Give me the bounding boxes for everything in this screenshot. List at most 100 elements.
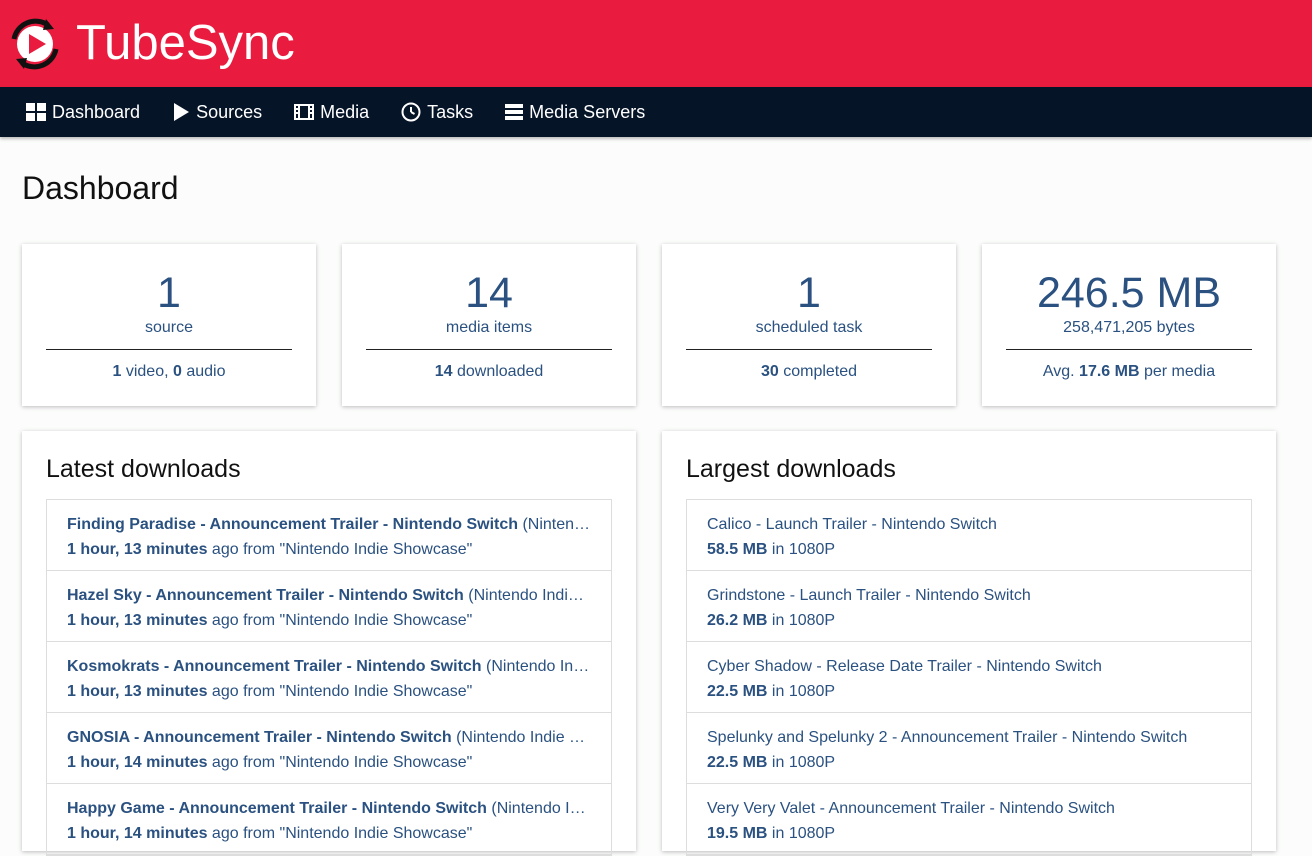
stat-footer: 1 video, 0 audio xyxy=(22,363,316,381)
download-from: ago from "Nintendo Indie Showcase" xyxy=(207,683,473,700)
media-title: Happy Game - Announcement Trailer - Nint… xyxy=(67,800,487,817)
media-title: Very Very Valet - Announcement Trailer -… xyxy=(707,800,1115,817)
stat-footer: 14 downloaded xyxy=(342,363,636,381)
film-icon xyxy=(294,104,315,120)
nav-dashboard[interactable]: Dashboard xyxy=(26,102,140,123)
list-item[interactable]: Calico - Launch Trailer - Nintendo Switc… xyxy=(687,500,1251,571)
media-title: GNOSIA - Announcement Trailer - Nintendo… xyxy=(67,729,452,746)
app-title[interactable]: TubeSync xyxy=(76,19,295,68)
media-title: Calico - Launch Trailer - Nintendo Switc… xyxy=(707,516,997,533)
list-item[interactable]: Spelunky and Spelunky 2 - Announcement T… xyxy=(687,713,1251,784)
list-item[interactable]: Finding Paradise - Announcement Trailer … xyxy=(47,500,611,571)
app-header: TubeSync xyxy=(0,0,1312,87)
download-from: ago from "Nintendo Indie Showcase" xyxy=(207,541,473,558)
nav-media-servers[interactable]: Media Servers xyxy=(505,102,645,123)
media-source: (Nintendo Indie Showcase) xyxy=(468,587,591,604)
stat-foot-text: per media xyxy=(1139,363,1216,380)
media-resolution: in 1080P xyxy=(767,612,836,629)
latest-downloads-panel: Latest downloads Finding Paradise - Anno… xyxy=(22,431,636,856)
stat-foot-text: Avg. xyxy=(1042,363,1080,380)
download-time: 1 hour, 13 minutes xyxy=(67,541,208,558)
stat-foot-text: completed xyxy=(778,363,858,380)
latest-downloads-list: Finding Paradise - Announcement Trailer … xyxy=(46,499,612,856)
stat-foot-text: downloaded xyxy=(452,363,544,380)
list-item[interactable]: Kosmokrats - Announcement Trailer - Nint… xyxy=(47,642,611,713)
dashboard-icon xyxy=(26,103,46,121)
nav-tasks-label: Tasks xyxy=(427,101,474,122)
media-source: (Nintendo Indie Showcase) xyxy=(456,729,591,746)
stat-footer: Avg. 17.6 MB per media xyxy=(982,363,1276,381)
stat-card-sources[interactable]: 1 source 1 video, 0 audio xyxy=(22,244,316,406)
media-title: Finding Paradise - Announcement Trailer … xyxy=(67,516,519,533)
download-from: ago from "Nintendo Indie Showcase" xyxy=(207,612,473,629)
nav-media[interactable]: Media xyxy=(294,102,369,123)
list-item[interactable]: Grindstone - Launch Trailer - Nintendo S… xyxy=(687,571,1251,642)
stat-value: 246.5 MB xyxy=(1036,269,1222,317)
media-title: Hazel Sky - Announcement Trailer - Ninte… xyxy=(67,587,464,604)
media-size: 58.5 MB xyxy=(707,541,768,558)
stat-card-tasks[interactable]: 1 scheduled task 30 completed xyxy=(662,244,956,406)
nav-media-label: Media xyxy=(320,101,370,122)
stat-label: media items xyxy=(445,319,533,336)
stat-label: scheduled task xyxy=(755,319,863,336)
stat-foot-text: audio xyxy=(181,363,226,380)
stat-divider xyxy=(366,349,612,350)
stat-value: 14 xyxy=(465,269,513,317)
media-source: (Nintendo Indie Showcase) xyxy=(522,516,591,533)
list-item[interactable]: GNOSIA - Announcement Trailer - Nintendo… xyxy=(47,713,611,784)
stat-foot-value: 0 xyxy=(173,363,182,380)
download-time: 1 hour, 13 minutes xyxy=(67,683,208,700)
media-size: 19.5 MB xyxy=(707,825,768,842)
stat-card-storage[interactable]: 246.5 MB 258,471,205 bytes Avg. 17.6 MB … xyxy=(982,244,1276,406)
download-from: ago from "Nintendo Indie Showcase" xyxy=(207,754,473,771)
nav-media-servers-label: Media Servers xyxy=(529,101,646,122)
media-title: Kosmokrats - Announcement Trailer - Nint… xyxy=(67,658,482,675)
stat-card-media[interactable]: 14 media items 14 downloaded xyxy=(342,244,636,406)
stat-value: 1 xyxy=(157,269,181,317)
stat-footer: 30 completed xyxy=(662,363,956,381)
stat-label: 258,471,205 bytes xyxy=(1063,319,1195,336)
page-title: Dashboard xyxy=(22,170,179,206)
stat-foot-text: video, xyxy=(121,363,173,380)
clock-icon xyxy=(401,102,421,122)
largest-downloads-title: Largest downloads xyxy=(686,455,896,483)
nav-sources[interactable]: Sources xyxy=(172,102,262,123)
media-title: Cyber Shadow - Release Date Trailer - Ni… xyxy=(707,658,1102,675)
media-size: 22.5 MB xyxy=(707,683,768,700)
stat-value: 1 xyxy=(797,269,821,317)
stat-divider xyxy=(46,349,292,350)
largest-downloads-panel: Largest downloads Calico - Launch Traile… xyxy=(662,431,1276,856)
stat-divider xyxy=(1006,349,1252,350)
list-item[interactable]: Cyber Shadow - Release Date Trailer - Ni… xyxy=(687,642,1251,713)
nav-dashboard-label: Dashboard xyxy=(52,101,141,122)
stat-foot-value: 14 xyxy=(434,363,453,380)
download-from: ago from "Nintendo Indie Showcase" xyxy=(207,825,473,842)
nav-sources-label: Sources xyxy=(196,101,263,122)
nav-tasks[interactable]: Tasks xyxy=(401,102,473,123)
server-icon xyxy=(505,104,524,120)
media-source: (Nintendo Indie Showcase) xyxy=(491,800,591,817)
list-item[interactable]: Happy Game - Announcement Trailer - Nint… xyxy=(47,784,611,855)
download-time: 1 hour, 14 minutes xyxy=(67,825,208,842)
media-resolution: in 1080P xyxy=(767,754,836,771)
media-title: Spelunky and Spelunky 2 - Announcement T… xyxy=(707,729,1188,746)
media-resolution: in 1080P xyxy=(767,683,836,700)
media-resolution: in 1080P xyxy=(767,825,836,842)
largest-downloads-list: Calico - Launch Trailer - Nintendo Switc… xyxy=(686,499,1252,856)
latest-downloads-title: Latest downloads xyxy=(46,455,241,483)
media-resolution: in 1080P xyxy=(767,541,836,558)
media-size: 22.5 MB xyxy=(707,754,768,771)
main-nav: Dashboard Sources Media Tasks Media Serv… xyxy=(0,87,1312,137)
list-item[interactable]: Hazel Sky - Announcement Trailer - Ninte… xyxy=(47,571,611,642)
list-item[interactable]: Very Very Valet - Announcement Trailer -… xyxy=(687,784,1251,855)
play-icon xyxy=(174,103,190,121)
stat-foot-value: 17.6 MB xyxy=(1079,363,1140,380)
download-time: 1 hour, 14 minutes xyxy=(67,754,208,771)
stat-label: source xyxy=(144,319,194,336)
download-time: 1 hour, 13 minutes xyxy=(67,612,208,629)
media-size: 26.2 MB xyxy=(707,612,768,629)
media-title: Grindstone - Launch Trailer - Nintendo S… xyxy=(707,587,1031,604)
tubesync-logo-icon[interactable] xyxy=(8,17,62,71)
stat-foot-value: 30 xyxy=(760,363,779,380)
media-source: (Nintendo Indie Showcase) xyxy=(486,658,591,675)
